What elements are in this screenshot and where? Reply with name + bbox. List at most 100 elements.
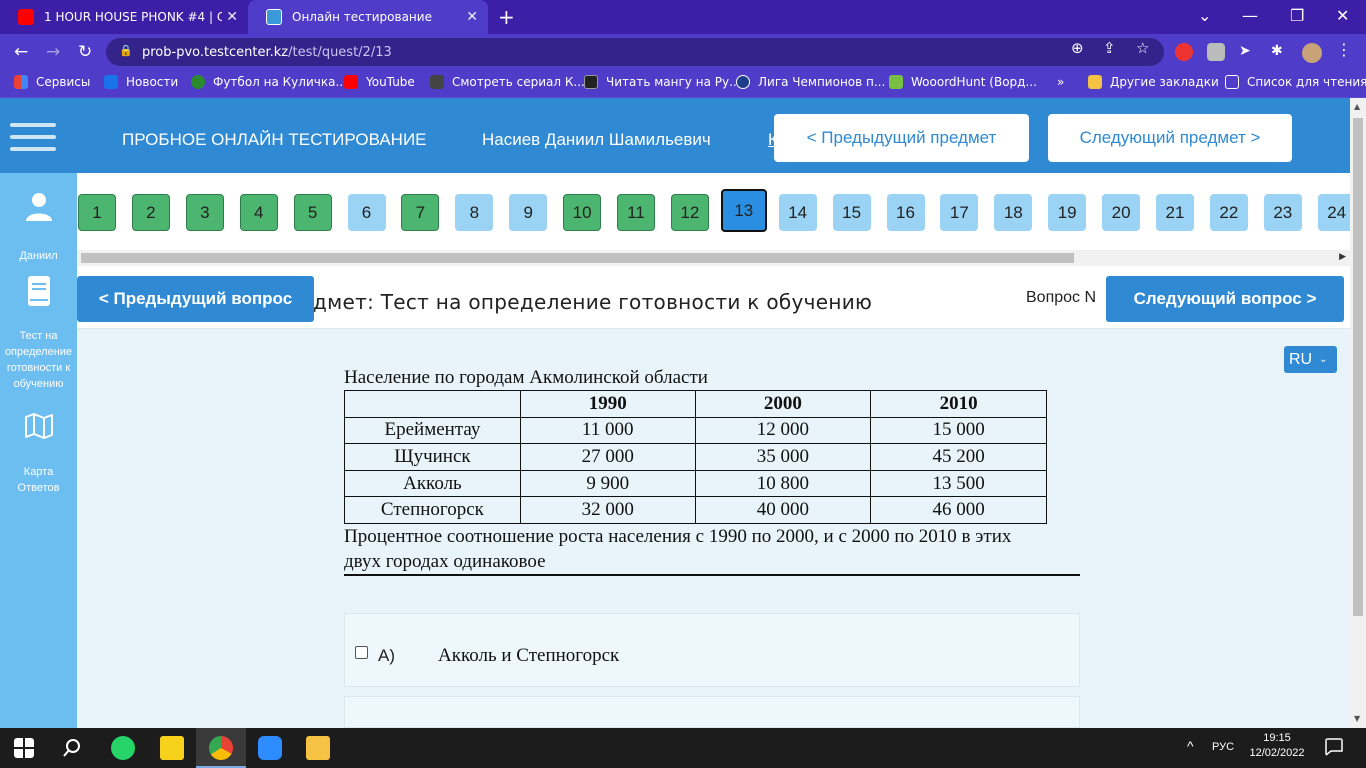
- testcenter-icon: [266, 9, 282, 25]
- bookmark-item[interactable]: Футбол на Куличка...: [191, 75, 347, 89]
- bookmark-item[interactable]: Новости: [104, 75, 178, 89]
- manga-icon: [584, 75, 598, 89]
- notification-icon[interactable]: [1325, 738, 1343, 756]
- tray-expand-icon[interactable]: ^: [1187, 738, 1194, 754]
- question-number-button[interactable]: 14: [778, 194, 817, 231]
- bookmarks-overflow-button[interactable]: »: [1057, 75, 1064, 89]
- question-number-button[interactable]: 2: [131, 194, 170, 231]
- reading-list[interactable]: Список для чтения: [1225, 75, 1366, 89]
- lock-icon[interactable]: 🔒: [119, 44, 133, 57]
- question-number-button[interactable]: 20: [1102, 194, 1141, 231]
- file-explorer-icon[interactable]: [306, 736, 330, 760]
- question-number-button[interactable]: 7: [401, 194, 440, 231]
- question-number-button[interactable]: 19: [1048, 194, 1087, 231]
- restore-button[interactable]: ❐: [1290, 6, 1304, 25]
- question-number-button[interactable]: 17: [940, 194, 979, 231]
- bookmark-star-icon[interactable]: ☆: [1136, 39, 1149, 57]
- table-cell: Акколь: [344, 469, 521, 498]
- scroll-down-icon[interactable]: ▼: [1354, 714, 1360, 723]
- news-icon: [104, 75, 118, 89]
- language-select[interactable]: RU ⌄: [1284, 346, 1337, 373]
- sidebar-test-label: определение: [4, 346, 73, 358]
- bookmark-item[interactable]: Сервисы: [14, 75, 90, 89]
- scroll-up-icon[interactable]: ▲: [1354, 102, 1360, 111]
- bookmark-item[interactable]: Лига Чемпионов п...: [736, 75, 885, 89]
- question-number-button[interactable]: 16: [886, 194, 925, 231]
- back-button[interactable]: ←: [14, 42, 28, 62]
- sidebar-test-label: обучению: [13, 378, 64, 390]
- table-header-cell: [344, 390, 521, 418]
- question-number-button[interactable]: 23: [1263, 194, 1302, 231]
- answer-option-b[interactable]: [344, 696, 1080, 728]
- minimize-button[interactable]: —: [1242, 6, 1258, 25]
- prev-subject-button[interactable]: < Предыдущий предмет: [774, 114, 1029, 162]
- sidebar-item-user[interactable]: Даниил: [0, 191, 77, 264]
- answer-checkbox[interactable]: [355, 646, 368, 659]
- scrollbar-thumb[interactable]: [81, 253, 1074, 263]
- vertical-scrollbar[interactable]: ▲ ▼: [1350, 98, 1366, 728]
- adblock-extension-icon[interactable]: [1175, 43, 1193, 61]
- question-number-button[interactable]: 18: [994, 194, 1033, 231]
- search-icon[interactable]: [62, 738, 82, 758]
- chrome-icon: [209, 736, 233, 760]
- horizontal-scrollbar[interactable]: ▶: [77, 250, 1350, 266]
- windows-start-icon[interactable]: [14, 738, 34, 758]
- question-number-button[interactable]: 12: [670, 194, 709, 231]
- other-bookmarks[interactable]: Другие закладки: [1088, 75, 1219, 89]
- prev-question-button[interactable]: < Предыдущий вопрос: [77, 276, 314, 322]
- bookmark-item[interactable]: WooordHunt (Ворд...: [889, 75, 1037, 89]
- sidebar-item-test[interactable]: Тест на определение готовности к обучени…: [0, 275, 77, 392]
- question-number-button[interactable]: 9: [509, 194, 548, 231]
- question-number-button[interactable]: 11: [617, 194, 655, 231]
- profile-avatar[interactable]: [1302, 43, 1322, 63]
- close-tab-icon[interactable]: ✕: [466, 9, 478, 25]
- keyboard-language[interactable]: РУС: [1212, 741, 1234, 753]
- zoom-app-icon[interactable]: [258, 736, 282, 760]
- address-bar[interactable]: 🔒 prob-pvo.testcenter.kz/test/quest/2/13: [106, 38, 1164, 66]
- menu-dots-icon[interactable]: ⋮: [1336, 40, 1354, 59]
- question-number-button[interactable]: 10: [563, 194, 602, 231]
- next-question-button[interactable]: Следующий вопрос >: [1106, 276, 1344, 322]
- share-icon[interactable]: ⇪: [1103, 39, 1116, 57]
- puzzle-extensions-icon[interactable]: ✱: [1271, 43, 1289, 61]
- tab-testcenter[interactable]: Онлайн тестирование ✕: [248, 0, 488, 34]
- question-number-button[interactable]: 15: [832, 194, 871, 231]
- sidebar-item-answer-map[interactable]: Карта Ответов: [0, 413, 77, 496]
- bookmark-item[interactable]: Смотреть сериал К...: [430, 75, 585, 89]
- reload-button[interactable]: ↻: [78, 42, 92, 62]
- whatsapp-icon[interactable]: [111, 736, 135, 760]
- forward-button[interactable]: →: [46, 42, 60, 62]
- question-number-button[interactable]: 8: [455, 194, 494, 231]
- bookmark-item[interactable]: YouTube: [344, 75, 415, 89]
- bookmark-label: Читать мангу на Ру...: [606, 75, 741, 89]
- close-window-button[interactable]: ✕: [1336, 6, 1349, 25]
- extension-icon[interactable]: [1207, 43, 1225, 61]
- new-tab-button[interactable]: +: [498, 5, 515, 29]
- question-number-button[interactable]: 22: [1209, 194, 1248, 231]
- sticky-notes-icon[interactable]: [160, 736, 184, 760]
- question-number-button[interactable]: 13: [720, 189, 767, 232]
- scroll-right-icon[interactable]: ▶: [1339, 252, 1346, 262]
- browser-tabstrip: 1 HOUR HOUSE PHONK #4 | Сбо ✕ Онлайн тес…: [0, 0, 1366, 34]
- taskbar-chrome-active[interactable]: [196, 728, 246, 768]
- next-subject-button[interactable]: Следующий предмет >: [1048, 114, 1292, 162]
- bookmark-item[interactable]: Читать мангу на Ру...: [584, 75, 741, 89]
- question-number-button[interactable]: 4: [239, 194, 278, 231]
- tab-search-icon[interactable]: ⌄: [1198, 6, 1211, 25]
- tab-youtube[interactable]: 1 HOUR HOUSE PHONK #4 | Сбо ✕: [0, 0, 248, 34]
- clock-date: 12/02/2022: [1249, 747, 1305, 759]
- bookmark-label: YouTube: [366, 75, 415, 89]
- scrollbar-thumb[interactable]: [1353, 118, 1363, 616]
- close-tab-icon[interactable]: ✕: [226, 9, 238, 25]
- question-number-button[interactable]: 24: [1317, 194, 1350, 231]
- menu-hamburger-icon[interactable]: [10, 123, 56, 159]
- question-number-button[interactable]: 3: [185, 194, 224, 231]
- question-number-button[interactable]: 5: [293, 194, 332, 231]
- question-number-button[interactable]: 6: [347, 194, 386, 231]
- zoom-icon[interactable]: ⊕: [1071, 39, 1084, 57]
- cursor-extension-icon[interactable]: ➤: [1239, 43, 1257, 61]
- question-number-button[interactable]: 1: [78, 194, 116, 231]
- question-number-button[interactable]: 21: [1156, 194, 1194, 231]
- answer-option-a[interactable]: A) Акколь и Степногорск: [344, 613, 1080, 687]
- clock[interactable]: 19:15 12/02/2022: [1249, 732, 1305, 759]
